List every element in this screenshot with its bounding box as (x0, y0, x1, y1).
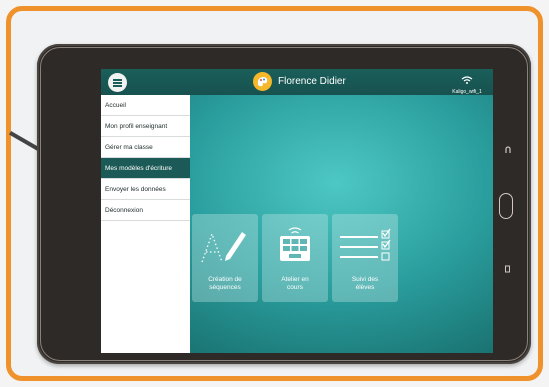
palette-icon (257, 77, 268, 87)
tile-label: Atelier en cours (281, 276, 309, 291)
home-button[interactable] (499, 193, 513, 219)
sidebar-item-classe[interactable]: Gérer ma classe (101, 137, 190, 158)
sidebar-item-accueil[interactable]: Accueil (101, 95, 190, 116)
tile-label: Création de séquences (208, 276, 242, 291)
orange-frame: Florence Didier Kaligo_wifi_1 Accueil Mo… (6, 6, 543, 381)
sidebar: Accueil Mon profil enseignant Gérer ma c… (101, 95, 190, 353)
wifi-status: Kaligo_wifi_1 (449, 72, 485, 95)
tablet-device: Florence Didier Kaligo_wifi_1 Accueil Mo… (37, 44, 531, 364)
tile-creation-sequences[interactable]: Création de séquences (192, 214, 258, 302)
wifi-name: Kaligo_wifi_1 (452, 89, 482, 95)
sidebar-item-modeles[interactable]: Mes modèles d'écriture (101, 158, 190, 179)
menu-button[interactable] (108, 73, 127, 92)
recent-apps-icon[interactable] (504, 264, 512, 274)
tile-atelier-en-cours[interactable]: Atelier en cours (262, 214, 328, 302)
top-bar: Florence Didier Kaligo_wifi_1 (101, 69, 493, 95)
sidebar-item-profil[interactable]: Mon profil enseignant (101, 116, 190, 137)
tile-suivi-eleves[interactable]: Suivi des élèves (332, 214, 398, 302)
user-avatar[interactable] (253, 72, 272, 91)
user-name: Florence Didier (278, 76, 346, 87)
back-button-icon[interactable] (504, 145, 512, 155)
checklist-icon (340, 228, 391, 261)
tile-label: Suivi des élèves (351, 276, 379, 291)
tablet-screen: Florence Didier Kaligo_wifi_1 Accueil Mo… (101, 69, 493, 353)
wifi-icon (461, 76, 473, 84)
sidebar-item-envoyer[interactable]: Envoyer les données (101, 179, 190, 200)
pen-trace-icon (201, 232, 246, 263)
sidebar-item-deconnexion[interactable]: Déconnexion (101, 200, 190, 221)
tablet-keyboard-icon (280, 227, 310, 261)
